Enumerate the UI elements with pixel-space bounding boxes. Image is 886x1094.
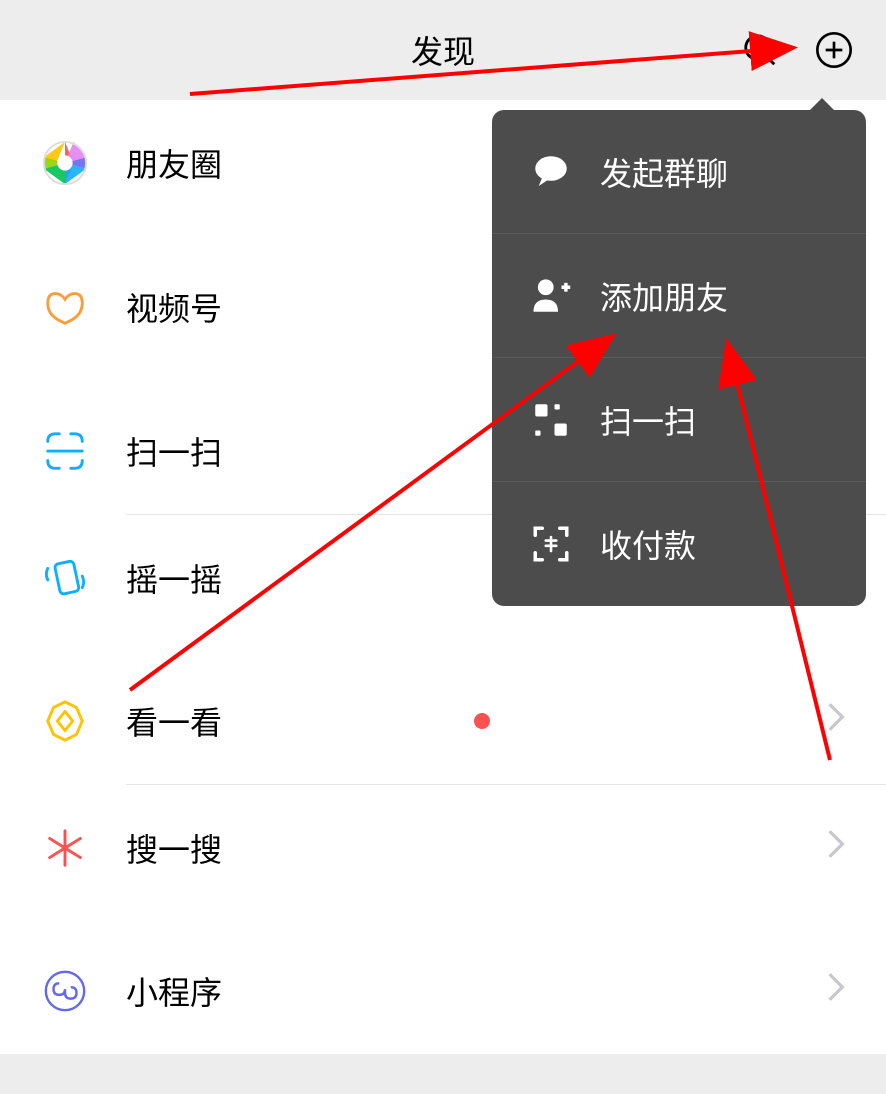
popup-item-group-chat[interactable]: 发起群聊	[492, 110, 866, 234]
popup-item-add-friend[interactable]: 添加朋友	[492, 234, 866, 358]
search-icon	[741, 31, 779, 69]
chevron-right-icon	[826, 971, 846, 1011]
popup-item-payment[interactable]: 收付款	[492, 482, 866, 606]
plus-menu-popup: 发起群聊 添加朋友 扫一扫	[492, 110, 866, 606]
plus-button[interactable]	[812, 28, 856, 72]
shake-phone-icon	[42, 555, 88, 601]
popup-item-scan[interactable]: 扫一扫	[492, 358, 866, 482]
popup-scan-icon	[528, 397, 574, 443]
header-actions	[738, 28, 856, 72]
chat-bubble-icon	[528, 149, 574, 195]
scan-qr-icon	[42, 428, 88, 474]
popup-scan-label: 扫一扫	[600, 397, 696, 443]
header-title: 发现	[411, 27, 475, 73]
shake-icon	[40, 553, 90, 603]
search-label: 搜一搜	[126, 825, 826, 871]
payment-label: 收付款	[600, 521, 696, 567]
chevron-right-icon	[826, 701, 846, 741]
chevron-right-icon	[826, 828, 846, 868]
hexagon-star-icon	[42, 698, 88, 744]
scan-icon	[40, 426, 90, 476]
list-group-stories-search: 看一看	[0, 658, 886, 910]
camera-aperture-icon	[42, 140, 88, 186]
spark-icon	[42, 825, 88, 871]
list-item-search[interactable]: 搜一搜	[126, 784, 886, 910]
header: 发现	[0, 0, 886, 100]
list-item-miniprogram[interactable]: 小程序	[0, 928, 886, 1054]
topstories-icon	[40, 696, 90, 746]
plus-circle-icon	[814, 30, 854, 70]
video-channel-icon	[42, 284, 88, 330]
group-chat-label: 发起群聊	[600, 149, 728, 195]
topstories-label: 看一看	[126, 698, 462, 744]
miniprogram-label: 小程序	[126, 968, 826, 1014]
add-friend-label: 添加朋友	[600, 273, 728, 319]
miniprogram-circle-icon	[42, 968, 88, 1014]
payment-icon	[528, 521, 574, 567]
miniprogram-icon	[40, 966, 90, 1016]
add-friend-icon	[528, 273, 574, 319]
search-item-icon	[40, 823, 90, 873]
search-button[interactable]	[738, 28, 782, 72]
list-item-topstories[interactable]: 看一看	[0, 658, 886, 784]
moments-icon	[40, 138, 90, 188]
notification-dot	[474, 713, 490, 729]
list-group-miniprogram: 小程序	[0, 928, 886, 1054]
channels-icon	[40, 282, 90, 332]
